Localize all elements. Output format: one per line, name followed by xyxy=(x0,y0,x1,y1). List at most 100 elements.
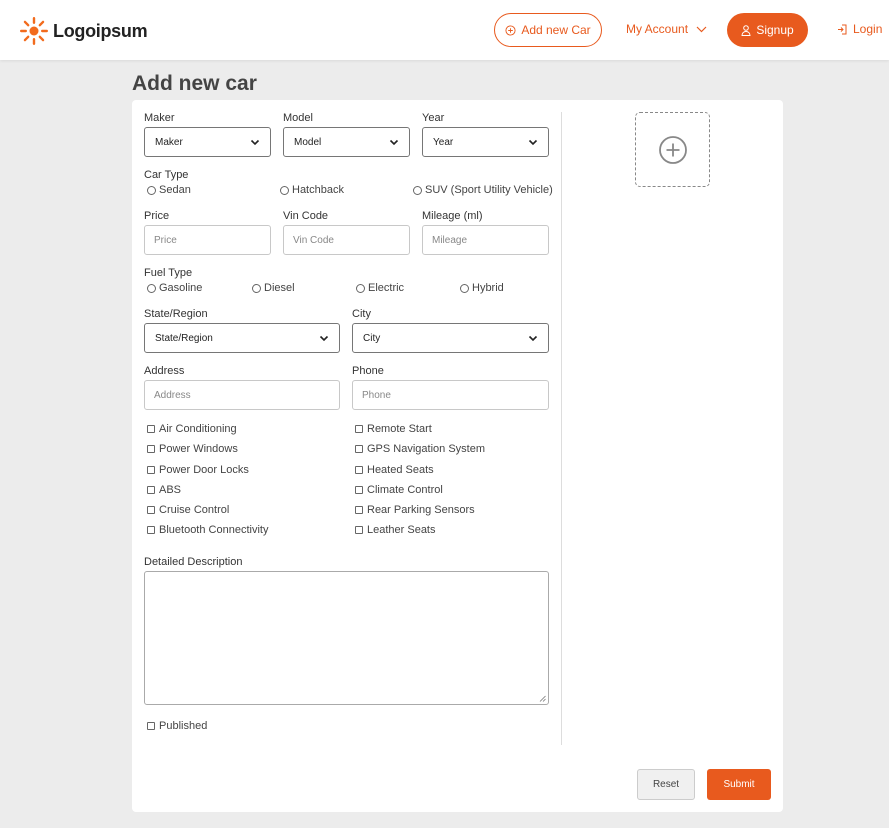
radio-suv-label: SUV (Sport Utility Vehicle) xyxy=(425,184,553,196)
checkbox-heated-seats[interactable]: Heated Seats xyxy=(355,464,434,476)
submit-button[interactable]: Submit xyxy=(707,769,771,800)
mileage-placeholder: Mileage xyxy=(432,234,468,246)
checkbox-box xyxy=(147,486,155,494)
checkbox-label: Heated Seats xyxy=(367,464,434,476)
maker-select-value: Maker xyxy=(155,136,183,148)
checkbox-power-windows[interactable]: Power Windows xyxy=(147,443,238,455)
add-new-car-button[interactable]: Add new Car xyxy=(494,13,602,47)
radio-sedan[interactable]: Sedan xyxy=(147,184,191,196)
add-image-icon xyxy=(658,135,687,164)
reset-button[interactable]: Reset xyxy=(637,769,695,800)
radio-circle xyxy=(413,185,422,195)
radio-diesel[interactable]: Diesel xyxy=(252,282,295,294)
checkbox-leather-seats[interactable]: Leather Seats xyxy=(355,524,436,536)
checkbox-label: Rear Parking Sensors xyxy=(367,504,475,516)
radio-circle xyxy=(280,185,289,195)
signup-label: Signup xyxy=(756,23,794,37)
chevron-down-icon xyxy=(528,139,538,146)
description-textarea[interactable] xyxy=(144,571,549,705)
chevron-down-icon xyxy=(528,335,538,342)
resize-handle-icon[interactable] xyxy=(539,695,546,702)
city-select[interactable]: City xyxy=(352,323,549,353)
checkbox-label: Air Conditioning xyxy=(159,423,237,435)
radio-circle xyxy=(356,283,365,293)
year-label: Year xyxy=(422,112,445,124)
checkbox-climate-control[interactable]: Climate Control xyxy=(355,484,443,496)
vin-code-input[interactable]: Vin Code xyxy=(283,225,410,255)
checkbox-label: Power Windows xyxy=(159,443,238,455)
checkbox-box xyxy=(355,466,363,474)
state-region-select[interactable]: State/Region xyxy=(144,323,340,353)
radio-hybrid[interactable]: Hybrid xyxy=(460,282,504,294)
my-account-label: My Account xyxy=(626,22,689,36)
login-icon xyxy=(838,24,847,34)
radio-diesel-label: Diesel xyxy=(264,282,295,294)
radio-circle xyxy=(147,283,156,293)
maker-label: Maker xyxy=(144,112,175,124)
address-input[interactable]: Address xyxy=(144,380,340,410)
checkbox-published[interactable]: Published xyxy=(147,720,207,732)
radio-gasoline-label: Gasoline xyxy=(159,282,203,294)
state-region-label: State/Region xyxy=(144,308,208,320)
price-input[interactable]: Price xyxy=(144,225,271,255)
checkbox-label: GPS Navigation System xyxy=(367,443,485,455)
logo-sun-icon xyxy=(20,17,48,45)
radio-gasoline[interactable]: Gasoline xyxy=(147,282,202,294)
checkbox-label: Remote Start xyxy=(367,423,432,435)
checkbox-remote-start[interactable]: Remote Start xyxy=(355,423,432,435)
page-title: Add new car xyxy=(132,72,257,95)
city-select-value: City xyxy=(363,332,381,344)
state-region-select-value: State/Region xyxy=(155,332,213,344)
login-link[interactable]: Login xyxy=(837,22,882,36)
description-label: Detailed Description xyxy=(144,556,243,568)
radio-circle xyxy=(460,283,469,293)
checkbox-gps-navigation[interactable]: GPS Navigation System xyxy=(355,443,485,455)
radio-electric[interactable]: Electric xyxy=(356,282,404,294)
published-label: Published xyxy=(159,720,208,732)
checkbox-box xyxy=(147,425,155,433)
mileage-label: Mileage (ml) xyxy=(422,210,483,222)
radio-circle xyxy=(147,185,156,195)
checkbox-rear-parking-sensors[interactable]: Rear Parking Sensors xyxy=(355,504,475,516)
maker-select[interactable]: Maker xyxy=(144,127,271,157)
phone-label: Phone xyxy=(352,365,384,377)
signup-button[interactable]: Signup xyxy=(727,13,808,47)
checkbox-box xyxy=(147,722,155,730)
checkbox-air-conditioning[interactable]: Air Conditioning xyxy=(147,423,237,435)
checkbox-label: Cruise Control xyxy=(159,504,230,516)
image-upload-box[interactable] xyxy=(635,112,710,187)
logo[interactable]: Logoipsum xyxy=(19,16,148,46)
radio-circle xyxy=(252,283,261,293)
add-new-car-label: Add new Car xyxy=(521,23,591,37)
checkbox-bluetooth-connectivity[interactable]: Bluetooth Connectivity xyxy=(147,524,268,536)
radio-electric-label: Electric xyxy=(368,282,405,294)
checkbox-box xyxy=(147,526,155,534)
radio-hybrid-label: Hybrid xyxy=(472,282,504,294)
form-card xyxy=(132,100,783,812)
price-placeholder: Price xyxy=(154,234,177,246)
year-select[interactable]: Year xyxy=(422,127,549,157)
chevron-down-icon xyxy=(696,26,707,32)
city-label: City xyxy=(352,308,371,320)
checkbox-box xyxy=(147,506,155,514)
fuel-type-label: Fuel Type xyxy=(144,267,193,279)
column-divider xyxy=(561,112,562,745)
radio-suv[interactable]: SUV (Sport Utility Vehicle) xyxy=(413,184,553,196)
checkbox-label: Bluetooth Connectivity xyxy=(159,524,269,536)
phone-input[interactable]: Phone xyxy=(352,380,549,410)
logo-text: Logoipsum xyxy=(53,20,148,41)
model-select[interactable]: Model xyxy=(283,127,410,157)
checkbox-label: Climate Control xyxy=(367,484,443,496)
radio-hatchback[interactable]: Hatchback xyxy=(280,184,344,196)
checkbox-box xyxy=(355,526,363,534)
checkbox-abs[interactable]: ABS xyxy=(147,484,181,496)
my-account-menu[interactable]: My Account xyxy=(626,22,707,36)
checkbox-power-door-locks[interactable]: Power Door Locks xyxy=(147,464,249,476)
mileage-input[interactable]: Mileage xyxy=(422,225,549,255)
checkbox-cruise-control[interactable]: Cruise Control xyxy=(147,504,229,516)
vin-code-label: Vin Code xyxy=(283,210,329,222)
checkbox-box xyxy=(355,486,363,494)
chevron-down-icon xyxy=(319,335,329,342)
checkbox-label: ABS xyxy=(159,484,182,496)
phone-placeholder: Phone xyxy=(362,389,391,401)
